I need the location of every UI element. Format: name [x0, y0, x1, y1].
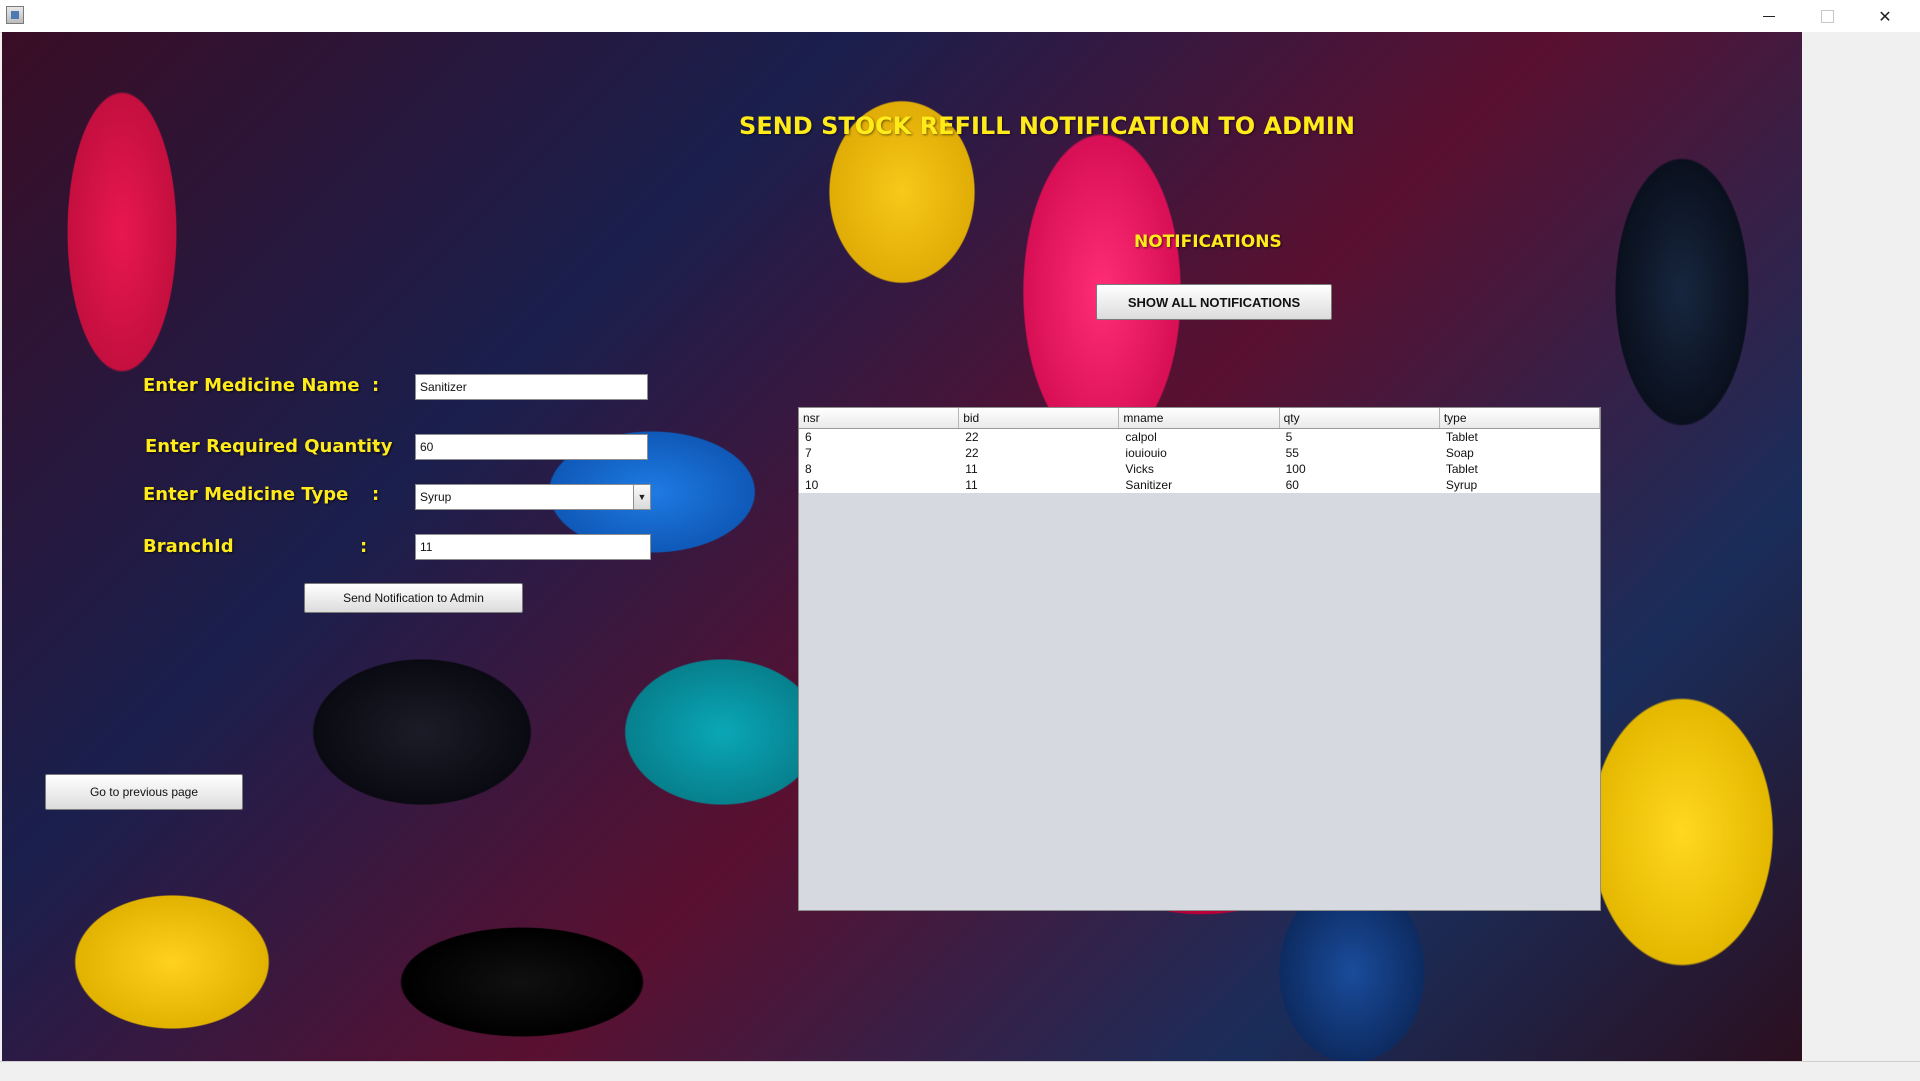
table-cell: 8 — [805, 462, 812, 476]
minimize-icon — [1763, 15, 1775, 17]
table-row[interactable]: 6 22 calpol 5 Tablet — [799, 429, 1600, 445]
java-app-icon — [6, 6, 24, 24]
window-empty-area — [1802, 32, 1920, 1061]
medicine-type-selected: Syrup — [420, 490, 452, 504]
maximize-icon — [1820, 9, 1834, 23]
column-header-qty[interactable]: qty — [1280, 408, 1440, 428]
show-all-notifications-button[interactable]: SHOW ALL NOTIFICATIONS — [1096, 284, 1332, 320]
table-cell: 55 — [1285, 446, 1299, 460]
table-cell: Tablet — [1445, 430, 1478, 444]
colon: : — [372, 375, 380, 396]
column-header-bid[interactable]: bid — [959, 408, 1120, 428]
table-cell: Vicks — [1125, 462, 1154, 476]
maximize-button[interactable] — [1798, 0, 1856, 32]
send-notification-button[interactable]: Send Notification to Admin — [304, 583, 523, 613]
column-header-mname[interactable]: mname — [1119, 408, 1280, 428]
page-title: SEND STOCK REFILL NOTIFICATION TO ADMIN — [739, 112, 1355, 140]
table-cell: 22 — [965, 446, 979, 460]
table-cell: 10 — [805, 478, 819, 492]
quantity-label: Enter Required Quantity — [145, 436, 393, 457]
medicine-type-select[interactable]: Syrup ▼ — [415, 484, 651, 510]
background-image-panel: SEND STOCK REFILL NOTIFICATION TO ADMIN … — [2, 32, 1802, 1061]
table-row[interactable]: 8 11 Vicks 100 Tablet — [799, 461, 1600, 477]
previous-page-button[interactable]: Go to previous page — [45, 774, 243, 810]
table-row[interactable]: 7 22 iouiouio 55 Soap — [799, 445, 1600, 461]
branch-id-input[interactable] — [415, 534, 651, 560]
table-cell: 7 — [805, 446, 812, 460]
notifications-heading: NOTIFICATIONS — [1134, 232, 1282, 252]
table-cell: Sanitizer — [1125, 478, 1173, 492]
notifications-table[interactable]: nsr bid mname qty type 6 22 calpol 5 Tab… — [798, 407, 1601, 911]
table-cell: 22 — [965, 430, 979, 444]
table-cell: Soap — [1445, 446, 1474, 460]
table-cell: 60 — [1285, 478, 1299, 492]
colon: : — [372, 484, 380, 505]
table-cell: 6 — [805, 430, 812, 444]
window-titlebar: ✕ — [0, 0, 1920, 33]
chevron-down-icon[interactable]: ▼ — [633, 485, 650, 509]
medicine-name-label: Enter Medicine Name — [143, 375, 360, 396]
table-cell: iouiouio — [1125, 446, 1167, 460]
medicine-type-label: Enter Medicine Type — [143, 484, 349, 505]
colon: : — [360, 536, 368, 557]
table-row[interactable]: 10 11 Sanitizer 60 Syrup — [799, 477, 1600, 493]
quantity-input[interactable] — [415, 434, 648, 460]
table-header: nsr bid mname qty type — [799, 408, 1600, 429]
table-cell: 100 — [1285, 462, 1306, 476]
table-cell: Syrup — [1445, 478, 1478, 492]
column-header-nsr[interactable]: nsr — [799, 408, 960, 428]
column-header-type[interactable]: type — [1440, 408, 1600, 428]
table-cell: Tablet — [1445, 462, 1478, 476]
close-button[interactable]: ✕ — [1856, 0, 1914, 32]
table-cell: calpol — [1125, 430, 1157, 444]
minimize-button[interactable] — [1740, 0, 1798, 32]
medicine-name-input[interactable] — [415, 374, 648, 400]
branch-id-label: BranchId — [143, 536, 234, 557]
close-icon: ✕ — [1878, 6, 1892, 26]
colon: : — [374, 436, 382, 457]
table-cell: 5 — [1285, 430, 1293, 444]
table-cell: 11 — [965, 462, 978, 476]
window-bottom-edge — [0, 1061, 1920, 1081]
table-cell: 11 — [965, 478, 978, 492]
